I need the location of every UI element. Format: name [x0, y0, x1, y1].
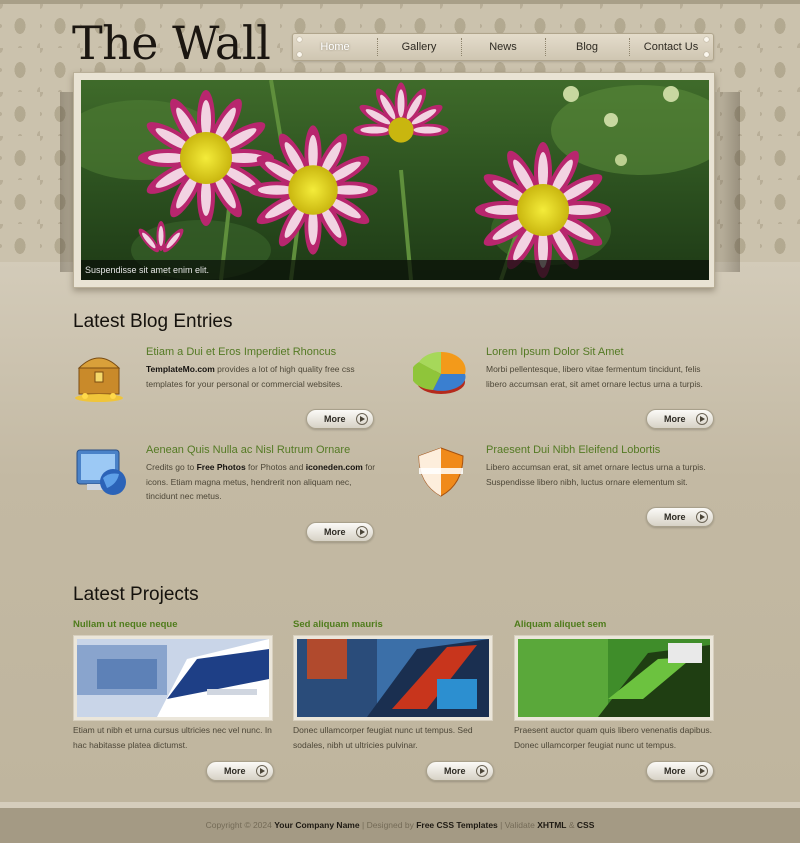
- more-label: More: [664, 766, 686, 776]
- project-title[interactable]: Sed aliquam mauris: [293, 619, 383, 630]
- flower-illustration: [81, 80, 709, 280]
- iconeden-link[interactable]: iconeden.com: [306, 462, 363, 472]
- xhtml-link[interactable]: XHTML: [537, 820, 566, 830]
- project-title[interactable]: Aliquam aliquet sem: [514, 619, 606, 630]
- entry-text: Morbi pellentesque, libero vitae ferment…: [486, 364, 703, 389]
- arrow-right-icon: [356, 413, 368, 425]
- entry-text: Libero accumsan erat, sit amet ornare le…: [486, 462, 706, 487]
- nav-item-blog[interactable]: Blog: [545, 34, 629, 60]
- more-label: More: [224, 766, 246, 776]
- hero-frame: Suspendisse sit amet enim elit.: [73, 72, 715, 288]
- arrow-right-icon: [356, 526, 368, 538]
- arrow-right-icon: [696, 765, 708, 777]
- company-link[interactable]: Your Company Name: [274, 820, 359, 830]
- shield-icon: [413, 444, 469, 500]
- footer-separator: |: [500, 820, 503, 830]
- nav-item-gallery[interactable]: Gallery: [377, 34, 461, 60]
- projects-heading: Latest Projects: [73, 584, 199, 605]
- treasure-chest-icon: [73, 346, 129, 402]
- entry-text: Credits go to Free Photos for Photos and…: [146, 460, 378, 504]
- entry-title[interactable]: Praesent Dui Nibh Eleifend Lobortis: [486, 444, 660, 456]
- ampersand-text: &: [568, 820, 575, 830]
- hero-caption: Suspendisse sit amet enim elit.: [81, 260, 709, 280]
- entry-text: TemplateMo.com provides a lot of high qu…: [146, 362, 378, 391]
- designed-by-text: Designed by: [366, 820, 414, 830]
- css-link[interactable]: CSS: [577, 820, 594, 830]
- copyright-text: Copyright © 2024: [205, 820, 272, 830]
- blog-heading: Latest Blog Entries: [73, 311, 233, 332]
- more-button[interactable]: More: [646, 761, 714, 781]
- more-button[interactable]: More: [426, 761, 494, 781]
- footer-separator: |: [361, 820, 365, 830]
- arrow-right-icon: [696, 413, 708, 425]
- main-nav: Home Gallery News Blog Contact Us: [292, 33, 714, 61]
- project-text: Praesent auctor quam quis libero venenat…: [514, 725, 712, 750]
- project-thumbnail[interactable]: [514, 635, 714, 721]
- nav-item-contact-us[interactable]: Contact Us: [629, 34, 713, 60]
- hero-flower-photo: Suspendisse sit amet enim elit.: [81, 80, 709, 280]
- free-css-templates-link[interactable]: Free CSS Templates: [416, 820, 498, 830]
- more-label: More: [324, 414, 346, 424]
- arrow-right-icon: [696, 511, 708, 523]
- monitor-globe-icon: [73, 444, 129, 500]
- entry-title[interactable]: Aenean Quis Nulla ac Nisl Rutrum Ornare: [146, 444, 350, 456]
- entry-text-part: Credits go to: [146, 462, 197, 472]
- validate-text: Validate: [504, 820, 535, 830]
- templatemo-link[interactable]: TemplateMo.com: [146, 364, 215, 374]
- project-thumbnail[interactable]: [293, 635, 493, 721]
- entry-text-part: for Photos and: [245, 462, 306, 472]
- more-button[interactable]: More: [646, 507, 714, 527]
- more-label: More: [444, 766, 466, 776]
- more-button[interactable]: More: [646, 409, 714, 429]
- entry-title[interactable]: Etiam a Dui et Eros Imperdiet Rhoncus: [146, 346, 336, 358]
- project-title[interactable]: Nullam ut neque neque: [73, 619, 178, 630]
- more-label: More: [664, 512, 686, 522]
- more-button[interactable]: More: [206, 761, 274, 781]
- more-button[interactable]: More: [306, 522, 374, 542]
- entry-title[interactable]: Lorem Ipsum Dolor Sit Amet: [486, 346, 624, 358]
- more-button[interactable]: More: [306, 409, 374, 429]
- pie-chart-icon: [410, 346, 469, 402]
- free-photos-link[interactable]: Free Photos: [197, 462, 246, 472]
- arrow-right-icon: [256, 765, 268, 777]
- project-text: Etiam ut nibh et urna cursus ultricies n…: [73, 725, 272, 750]
- nav-item-news[interactable]: News: [461, 34, 545, 60]
- arrow-right-icon: [476, 765, 488, 777]
- footer: Copyright © 2024 Your Company Name | Des…: [0, 808, 800, 843]
- nav-item-home[interactable]: Home: [293, 34, 377, 60]
- project-text: Donec ullamcorper feugiat nunc ut tempus…: [293, 725, 473, 750]
- more-label: More: [664, 414, 686, 424]
- more-label: More: [324, 527, 346, 537]
- site-title[interactable]: The Wall: [72, 16, 271, 70]
- project-thumbnail[interactable]: [73, 635, 273, 721]
